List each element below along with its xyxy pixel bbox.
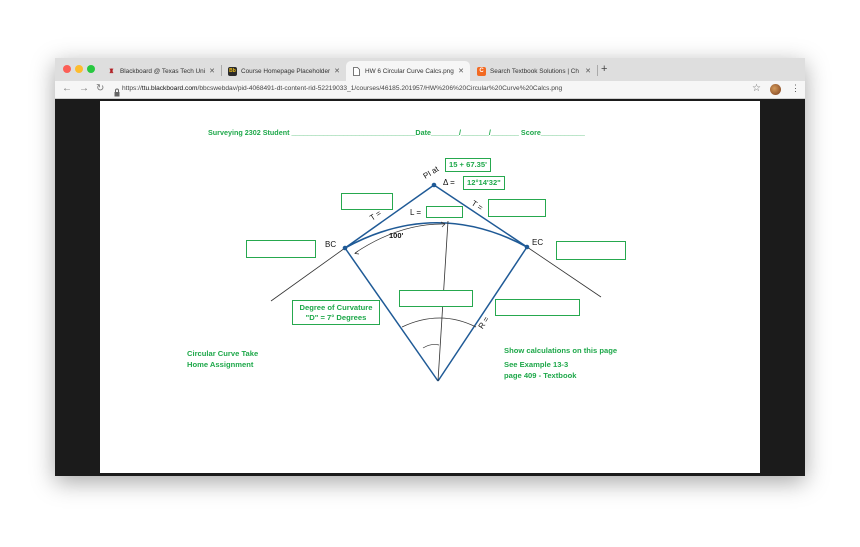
tangent-right-answer-box[interactable]: [488, 199, 546, 217]
profile-avatar[interactable]: [770, 84, 781, 95]
central-answer-box[interactable]: [399, 290, 473, 307]
tab-hw6-image[interactable]: HW 6 Circular Curve Calcs.png ✕: [346, 61, 470, 81]
bookmark-star-icon[interactable]: ☆: [752, 83, 761, 94]
close-tab-icon[interactable]: ✕: [209, 67, 215, 75]
bc-station-answer-box[interactable]: [246, 240, 316, 258]
doc-line1: Degree of Curvature: [299, 303, 373, 312]
arc-length-label: 100': [389, 231, 404, 240]
calc-instructions-line2: See Example 13-3: [504, 360, 569, 369]
pi-point: [431, 182, 437, 188]
ec-label: EC: [532, 238, 544, 247]
bb-course-icon: Bb: [228, 66, 237, 76]
forward-arrow-icon[interactable]: →: [79, 83, 89, 94]
bc-point: [342, 245, 348, 251]
length-label: L =: [410, 208, 422, 217]
back-arrow-icon[interactable]: ←: [62, 83, 72, 94]
bc-label: BC: [325, 240, 337, 249]
assignment-title-line1: Circular Curve Take: [187, 349, 259, 358]
browser-window: ♜ Blackboard @ Texas Tech Univ ✕ Bb Cour…: [55, 58, 805, 476]
calc-instructions-line1: Show calculations on this page: [504, 346, 618, 355]
url-scheme: https://: [122, 85, 142, 92]
degree-angle-arc: [422, 344, 440, 349]
worksheet-image: Surveying 2302 Student _________________…: [100, 101, 760, 473]
tab-course-homepage[interactable]: Bb Course Homepage Placeholder ✕: [222, 61, 346, 81]
tab-divider: [597, 65, 598, 76]
address-toolbar: ← → ↻ https://ttu.blackboard.com/bbcsweb…: [55, 81, 805, 99]
radius-answer-box[interactable]: [495, 299, 580, 316]
doc-line2: "D" = 7° Degrees: [305, 313, 367, 322]
page-icon: [352, 66, 361, 76]
close-window-button[interactable]: [63, 65, 71, 73]
ec-point: [524, 244, 530, 250]
central-angle-arc: [401, 317, 477, 328]
menu-kebab-icon[interactable]: ⋮: [791, 83, 800, 94]
delta-label: Δ =: [443, 178, 455, 187]
close-tab-icon[interactable]: ✕: [585, 67, 591, 75]
pi-station-box: 15 + 67.35': [445, 158, 491, 172]
tab-textbook-solutions[interactable]: C Search Textbook Solutions | Ch ✕: [471, 61, 597, 81]
ec-station-answer-box[interactable]: [556, 241, 626, 260]
chegg-icon: C: [477, 66, 486, 76]
circular-curve-arc: [344, 222, 528, 249]
length-answer-box[interactable]: [426, 206, 463, 218]
close-tab-icon[interactable]: ✕: [334, 67, 340, 75]
tab-strip: ♜ Blackboard @ Texas Tech Univ ✕ Bb Cour…: [55, 58, 805, 81]
tab-blackboard[interactable]: ♜ Blackboard @ Texas Tech Univ ✕: [101, 61, 221, 81]
tangent-left-answer-box[interactable]: [341, 193, 393, 210]
minimize-window-button[interactable]: [75, 65, 83, 73]
reload-icon[interactable]: ↻: [96, 83, 104, 94]
assignment-title-line2: Home Assignment: [187, 360, 254, 369]
url-bar[interactable]: https://ttu.blackboard.com/bbcswebdav/pi…: [122, 83, 562, 95]
image-viewer: Surveying 2302 Student _________________…: [55, 99, 805, 476]
new-tab-button[interactable]: +: [601, 63, 607, 75]
delta-value-box: 12°14'32": [463, 176, 505, 190]
url-host: ttu.blackboard.com: [141, 85, 198, 92]
curve-diagram: [270, 182, 602, 382]
url-path: /bbcswebdav/pid-4068491-dt-content-rid-5…: [197, 85, 563, 92]
degree-of-curvature-box: Degree of Curvature "D" = 7° Degrees: [292, 300, 380, 325]
blackboard-icon: ♜: [108, 68, 115, 75]
calc-instructions-line3: page 409 - Textbook: [504, 371, 577, 380]
maximize-window-button[interactable]: [87, 65, 95, 73]
close-tab-icon[interactable]: ✕: [458, 67, 464, 75]
